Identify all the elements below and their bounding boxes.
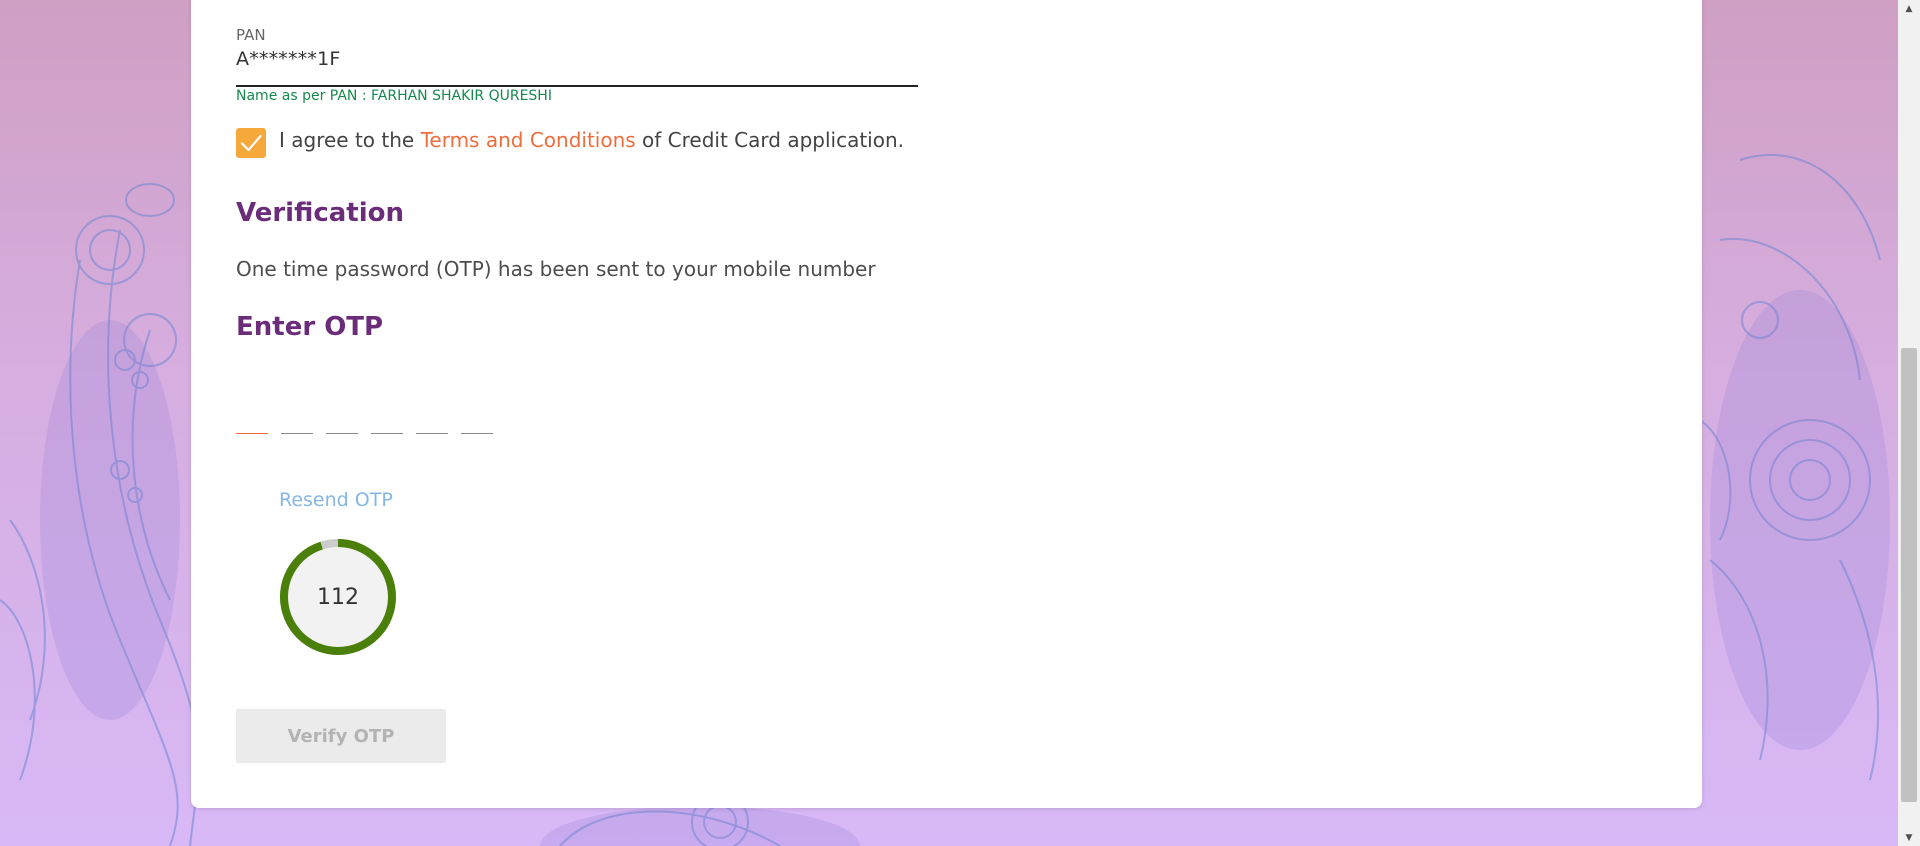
- countdown-timer-value: 112: [317, 584, 359, 610]
- arrow-down-icon[interactable]: ▼: [1898, 829, 1920, 846]
- terms-agreement-text: I agree to the Terms and Conditions of C…: [279, 128, 904, 152]
- otp-input-group: [236, 387, 493, 434]
- arrow-up-icon[interactable]: ▲: [1898, 0, 1920, 17]
- resend-otp-link[interactable]: Resend OTP: [279, 489, 393, 511]
- pan-field-underline: [236, 85, 918, 87]
- otp-digit-2[interactable]: [281, 387, 313, 434]
- scrollbar-thumb[interactable]: [1901, 348, 1917, 802]
- check-icon: [240, 134, 262, 152]
- application-form-card: PAN A*******1F Name as per PAN : FARHAN …: [191, 0, 1702, 808]
- otp-digit-3[interactable]: [326, 387, 358, 434]
- otp-digit-6[interactable]: [461, 387, 493, 434]
- pan-field[interactable]: A*******1F: [236, 48, 341, 70]
- vertical-scrollbar[interactable]: ▲ ▼: [1898, 0, 1920, 846]
- otp-sent-message: One time password (OTP) has been sent to…: [236, 257, 876, 281]
- otp-digit-4[interactable]: [371, 387, 403, 434]
- terms-prefix: I agree to the: [279, 128, 421, 152]
- verification-heading: Verification: [236, 198, 405, 228]
- pan-label: PAN: [236, 26, 266, 44]
- terms-and-conditions-link[interactable]: Terms and Conditions: [421, 128, 636, 152]
- verify-otp-button[interactable]: Verify OTP: [236, 709, 446, 763]
- pan-name-note: Name as per PAN : FARHAN SHAKIR QURESHI: [236, 88, 552, 104]
- terms-checkbox[interactable]: [236, 128, 266, 158]
- terms-suffix: of Credit Card application.: [635, 128, 905, 152]
- otp-digit-1[interactable]: [236, 387, 268, 434]
- otp-digit-5[interactable]: [416, 387, 448, 434]
- enter-otp-heading: Enter OTP: [236, 312, 384, 342]
